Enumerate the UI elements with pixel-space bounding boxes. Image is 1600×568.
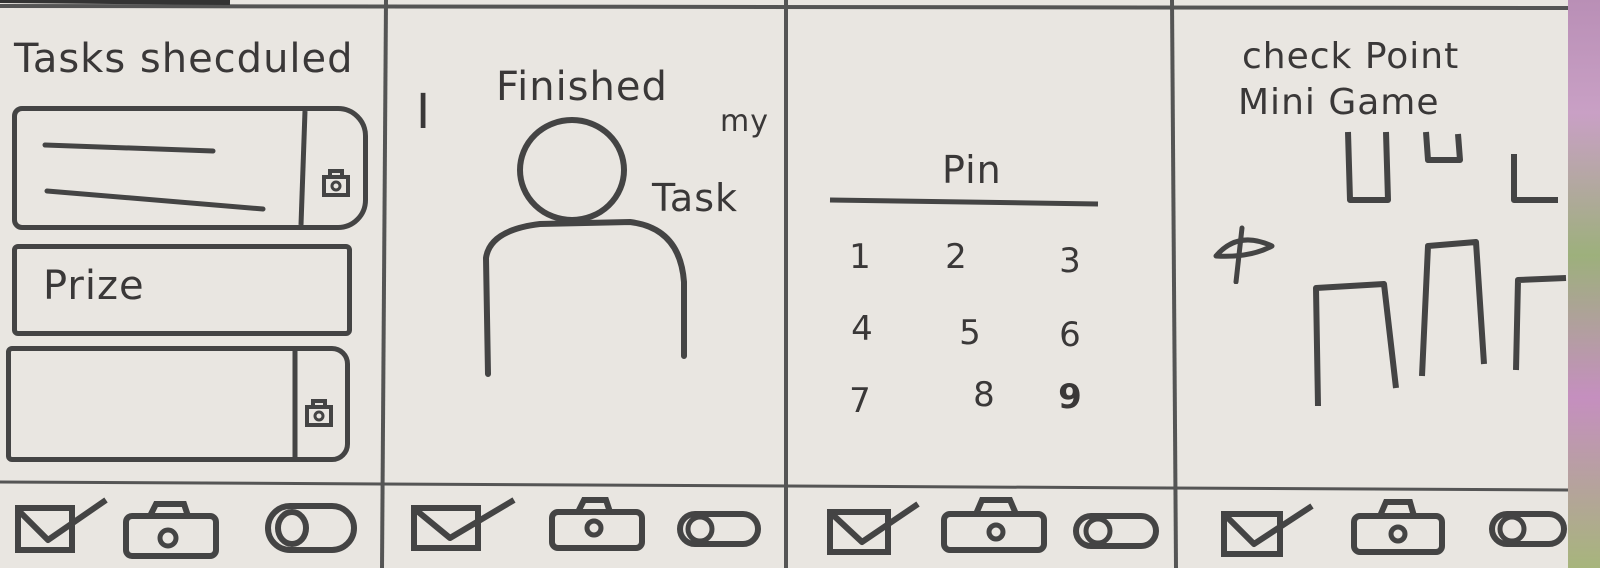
pin-key-6[interactable]: 6 — [1040, 310, 1100, 360]
title-word-finished: Finished — [496, 64, 668, 110]
camera-icon[interactable] — [940, 496, 1050, 556]
task-card-locked[interactable] — [12, 106, 368, 230]
frame-title: Tasks shecduled — [14, 36, 354, 82]
task-card-locked[interactable] — [6, 346, 350, 462]
pin-key-3[interactable]: 3 — [1040, 236, 1100, 286]
pin-key-5[interactable]: 5 — [940, 308, 1000, 358]
pin-label: Pin — [942, 148, 1002, 192]
pin-key-8[interactable]: 8 — [954, 370, 1014, 420]
pin-key-2[interactable]: 2 — [926, 232, 986, 282]
pin-key-9[interactable]: 9 — [1040, 372, 1100, 422]
toggle-icon[interactable] — [262, 498, 362, 558]
checkbox-icon[interactable] — [14, 494, 114, 554]
lock-icon — [322, 169, 350, 197]
prize-card[interactable]: Prize — [12, 244, 352, 336]
toggle-icon[interactable] — [1072, 510, 1162, 560]
title-word-i: I — [416, 84, 432, 140]
user-avatar-icon — [482, 117, 687, 377]
pin-key-4[interactable]: 4 — [832, 304, 892, 354]
camera-icon[interactable] — [1350, 498, 1450, 558]
pin-key-1[interactable]: 1 — [830, 232, 890, 282]
pin-input-line[interactable] — [828, 196, 1108, 208]
checkbox-icon[interactable] — [1220, 500, 1320, 560]
prize-label: Prize — [43, 263, 145, 309]
title-word-my: my — [720, 104, 769, 139]
minigame-title-line2: Mini Game — [1238, 82, 1440, 123]
toggle-icon[interactable] — [676, 508, 766, 558]
storyboard-sheet: Tasks shecduled Prize I Finished my Task… — [0, 0, 1568, 568]
checkbox-icon[interactable] — [410, 494, 520, 554]
task-lines — [42, 111, 308, 225]
player-character-icon[interactable] — [1210, 224, 1282, 284]
pin-key-7[interactable]: 7 — [830, 376, 890, 426]
background-edge — [1568, 0, 1600, 568]
minigame-title-line1: check Point — [1242, 36, 1460, 77]
lock-icon — [305, 399, 333, 427]
camera-icon[interactable] — [548, 496, 648, 556]
checkbox-icon[interactable] — [826, 498, 926, 558]
task-divider — [292, 351, 298, 459]
camera-icon[interactable] — [122, 500, 222, 560]
toggle-icon[interactable] — [1488, 508, 1568, 558]
